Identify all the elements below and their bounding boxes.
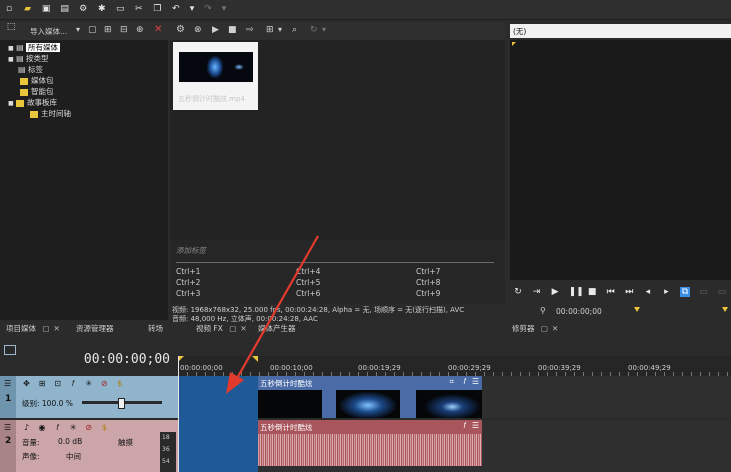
drag-hint-arrow: [226, 235, 319, 394]
